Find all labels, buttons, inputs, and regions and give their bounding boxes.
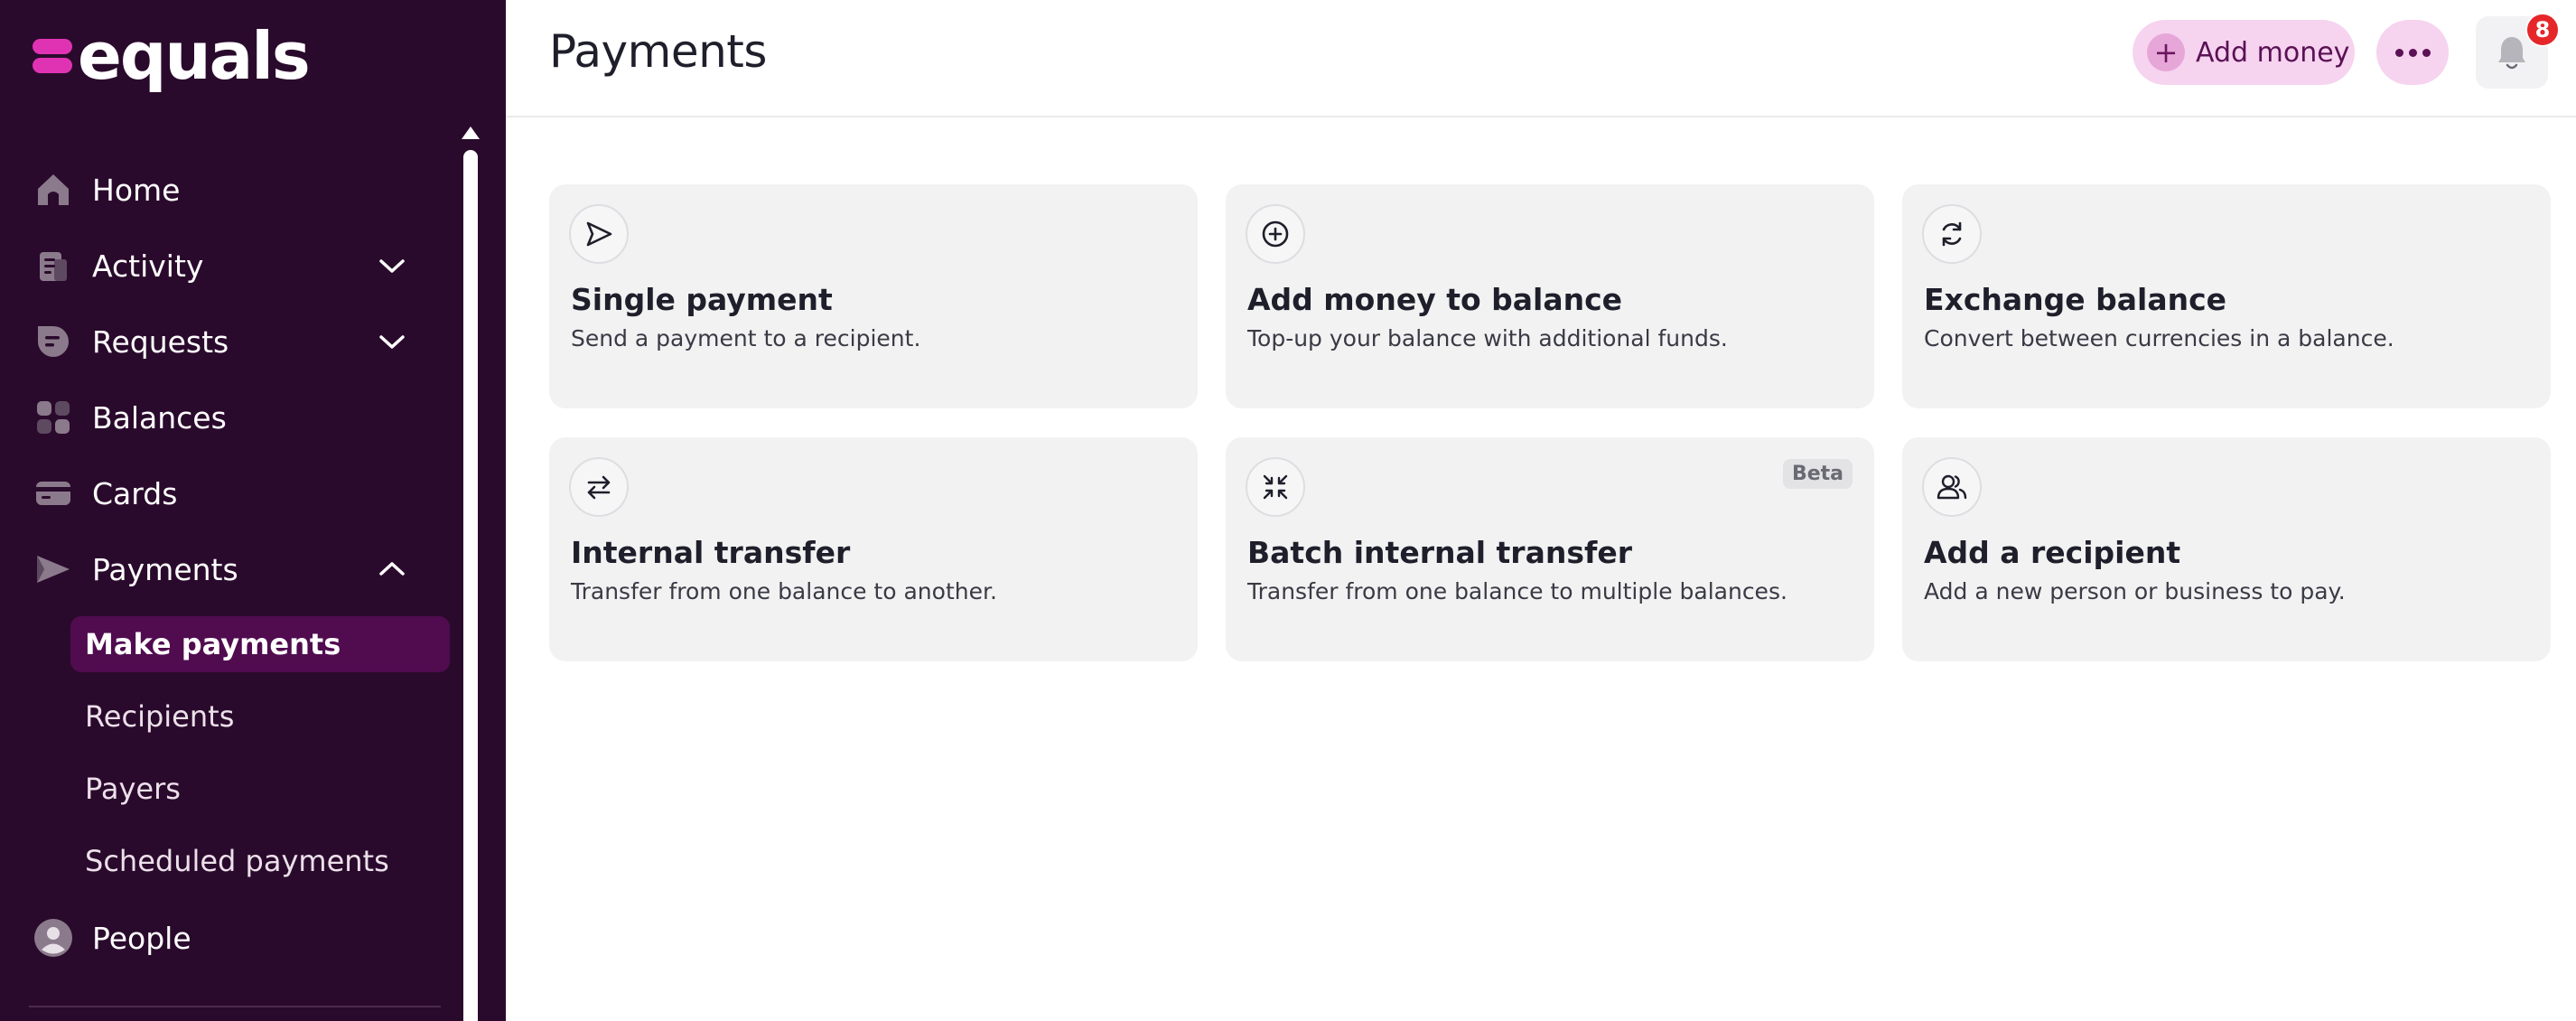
activity-icon <box>33 245 74 286</box>
logo-text: equals <box>78 18 311 94</box>
transfer-arrows-icon <box>569 457 629 517</box>
card-description: Convert between currencies in a balance. <box>1924 325 2394 351</box>
chevron-down-icon[interactable] <box>378 251 406 280</box>
sidebar-item-label: Cards <box>92 475 178 511</box>
sidebar-item-label: People <box>92 920 191 956</box>
person-icon <box>33 917 74 959</box>
logo-mark-icon <box>33 35 72 77</box>
notification-count-badge: 8 <box>2525 13 2560 47</box>
sidebar-item-cards[interactable]: Cards <box>33 468 439 519</box>
chevron-down-icon[interactable] <box>378 327 406 356</box>
chevron-up-icon[interactable] <box>378 555 406 584</box>
balances-icon <box>33 397 74 438</box>
top-bar: Payments + Add money 8 <box>506 0 2576 117</box>
card-description: Send a payment to a recipient. <box>571 325 921 351</box>
sidebar-subitem-payers[interactable]: Payers <box>70 761 450 817</box>
sidebar-item-requests[interactable]: Requests <box>33 316 439 367</box>
card-single-payment[interactable]: Single payment Send a payment to a recip… <box>549 184 1198 408</box>
more-dots-icon <box>2394 48 2403 57</box>
card-add-a-recipient[interactable]: Add a recipient Add a new person or busi… <box>1902 437 2551 661</box>
more-options-button[interactable] <box>2376 20 2449 85</box>
card-title: Exchange balance <box>1924 282 2227 317</box>
sidebar-subitem-recipients[interactable]: Recipients <box>70 688 450 745</box>
page-title: Payments <box>549 25 767 78</box>
sidebar-subitem-scheduled-payments[interactable]: Scheduled payments <box>70 833 450 889</box>
card-batch-internal-transfer[interactable]: Beta Batch internal transfer Transfer fr… <box>1226 437 1874 661</box>
sidebar-item-label: Activity <box>92 248 204 284</box>
sidebar-item-home[interactable]: Home <box>33 164 439 215</box>
sidebar-item-people[interactable]: People <box>33 913 439 963</box>
card-add-money-to-balance[interactable]: Add money to balance Top-up your balance… <box>1226 184 1874 408</box>
requests-icon <box>33 321 74 362</box>
card-icon <box>33 473 74 514</box>
sidebar-item-payments[interactable]: Payments <box>33 544 439 595</box>
sidebar-item-label: Balances <box>92 399 227 436</box>
bell-icon <box>2498 37 2525 70</box>
card-description: Top-up your balance with additional fund… <box>1247 325 1728 351</box>
card-exchange-balance[interactable]: Exchange balance Convert between currenc… <box>1902 184 2551 408</box>
refresh-icon <box>1922 204 1982 264</box>
sidebar-item-label: Payments <box>92 551 238 587</box>
sidebar-item-label: Requests <box>92 323 229 360</box>
sidebar-subitem-label: Scheduled payments <box>85 844 389 878</box>
scroll-up-arrow-icon[interactable] <box>462 126 480 139</box>
sidebar-item-activity[interactable]: Activity <box>33 240 439 291</box>
users-icon <box>1922 457 1982 517</box>
card-title: Internal transfer <box>571 535 851 570</box>
card-description: Transfer from one balance to another. <box>571 578 997 604</box>
card-internal-transfer[interactable]: Internal transfer Transfer from one bala… <box>549 437 1198 661</box>
card-title: Single payment <box>571 282 833 317</box>
collapse-arrows-icon <box>1246 457 1305 517</box>
sidebar-divider <box>29 1006 441 1007</box>
scrollbar-thumb[interactable] <box>463 150 478 1021</box>
card-title: Batch internal transfer <box>1247 535 1633 570</box>
more-dot <box>2408 48 2417 57</box>
more-dot <box>2422 48 2431 57</box>
sidebar-subitem-label: Make payments <box>85 627 341 661</box>
plus-circle-icon <box>1246 204 1305 264</box>
sidebar-item-balances[interactable]: Balances <box>33 392 439 443</box>
beta-badge: Beta <box>1782 459 1853 489</box>
sidebar: equals Home Activity Requests Balances C… <box>0 0 506 1021</box>
home-icon <box>33 169 74 211</box>
sidebar-subitem-label: Recipients <box>85 699 235 734</box>
card-description: Transfer from one balance to multiple ba… <box>1247 578 1787 604</box>
sidebar-subitem-make-payments[interactable]: Make payments <box>70 616 450 672</box>
plus-icon: + <box>2147 33 2185 71</box>
equals-logo[interactable]: equals <box>33 18 311 94</box>
send-icon <box>569 204 629 264</box>
payments-icon <box>33 548 74 590</box>
card-title: Add money to balance <box>1247 282 1623 317</box>
sidebar-scrollbar[interactable] <box>462 126 480 1021</box>
add-money-button[interactable]: + Add money <box>2133 20 2355 85</box>
sidebar-item-label: Home <box>92 172 181 208</box>
sidebar-subitem-label: Payers <box>85 772 181 806</box>
main-content: Payments + Add money 8 Single payment Se… <box>506 0 2576 1021</box>
card-description: Add a new person or business to pay. <box>1924 578 2346 604</box>
card-title: Add a recipient <box>1924 535 2181 570</box>
add-money-label: Add money <box>2196 36 2350 69</box>
